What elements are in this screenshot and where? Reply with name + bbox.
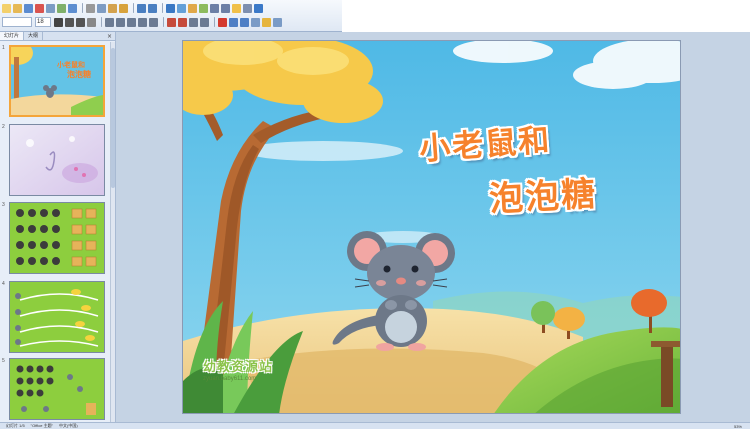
increase-indent-icon[interactable] [200,17,209,27]
expand-icon[interactable] [232,3,241,13]
pane-tabs: 幻灯片 大纲 × [0,32,115,41]
slide-number: 4 [2,281,5,287]
slide-number: 3 [2,202,5,208]
redo-icon[interactable] [148,3,157,13]
format-painter-icon[interactable] [119,3,128,13]
hyperlink-icon[interactable] [166,3,175,13]
slide-title-line2: 泡泡糖 [488,174,599,220]
shadow-icon[interactable] [87,17,96,27]
status-bar: 幻灯片 1/5 "Office 主题" 中文(中国) 53% [0,422,750,429]
align-center-icon[interactable] [116,17,125,27]
separator [162,3,163,13]
close-icon[interactable]: × [107,32,115,40]
cut-icon[interactable] [86,3,95,13]
chart-icon[interactable] [188,3,197,13]
preview-icon[interactable] [57,3,66,13]
slide-title-line1: 小老鼠和 [418,122,553,168]
scrollbar-thumb[interactable] [111,48,115,188]
bold-icon[interactable] [54,17,63,27]
separator [163,17,164,27]
slide-canvas[interactable]: 小老鼠和 泡泡糖 幼教资源站 zyuan.baby611.com [182,40,681,414]
slide-show-icon[interactable] [262,17,271,27]
open-icon[interactable] [13,3,22,13]
decrease-font-icon[interactable] [178,17,187,27]
permission-icon[interactable] [35,3,44,13]
slide-preview [9,358,105,420]
help-icon[interactable] [254,3,263,13]
slide-preview: 小老鼠和 泡泡糖 [9,45,105,117]
increase-font-icon[interactable] [167,17,176,27]
new-icon[interactable] [2,3,11,13]
slides-pane: 幻灯片 大纲 × 1 小老鼠和 泡泡糖 2 3 4 5 [0,32,116,422]
slide-preview [9,124,105,196]
separator [101,17,102,27]
slide-number: 5 [2,358,5,364]
undo-icon[interactable] [137,3,146,13]
theme-name: "Office 主题" [30,423,53,428]
options-icon[interactable] [273,17,282,27]
underline-icon[interactable] [76,17,85,27]
bullets-icon[interactable] [149,17,158,27]
toolbar-row-standard [0,1,342,15]
align-left-icon[interactable] [105,17,114,27]
italic-icon[interactable] [65,17,74,27]
save-icon[interactable] [24,3,33,13]
watermark-url: zyuan.baby611.com [203,376,257,382]
new-slide-icon[interactable] [240,17,249,27]
grid-icon[interactable] [210,3,219,13]
color-grayscale-icon[interactable] [221,3,230,13]
insert-picture-icon[interactable] [199,3,208,13]
zoom-level[interactable]: 53% [734,424,742,429]
font-name-select[interactable] [2,17,32,27]
align-right-icon[interactable] [127,17,136,27]
window-background [342,0,750,32]
slide-preview [9,281,105,353]
spelling-icon[interactable] [68,3,77,13]
zoom-icon[interactable] [243,3,252,13]
pane-scrollbar[interactable] [110,42,115,422]
font-size-select[interactable]: 18 [35,17,51,27]
language-indicator: 中文(中国) [59,423,78,428]
slide-preview [9,202,105,274]
slide-number: 2 [2,124,5,130]
tab-outline[interactable]: 大纲 [24,32,44,40]
numbering-icon[interactable] [138,17,147,27]
watermark-logo: 幼教资源站 zyuan.baby611.com [203,356,303,382]
watermark-text: 幼教资源站 [203,360,274,375]
separator [133,3,134,13]
font-color-icon[interactable] [218,17,227,27]
separator [82,3,83,13]
separator [214,17,215,27]
slide-counter: 幻灯片 1/5 [6,423,25,428]
toolbar-row-formatting: 18 [0,15,342,29]
thumb-title-1: 小老鼠和 [56,60,85,69]
slide-number: 1 [2,45,5,51]
paste-icon[interactable] [108,3,117,13]
thumb-title-2: 泡泡糖 [67,69,91,79]
design-icon[interactable] [229,17,238,27]
print-icon[interactable] [46,3,55,13]
copy-icon[interactable] [97,3,106,13]
table-icon[interactable] [177,3,186,13]
decrease-indent-icon[interactable] [189,17,198,27]
slide-layout-icon[interactable] [251,17,260,27]
tab-slides[interactable]: 幻灯片 [0,32,25,40]
